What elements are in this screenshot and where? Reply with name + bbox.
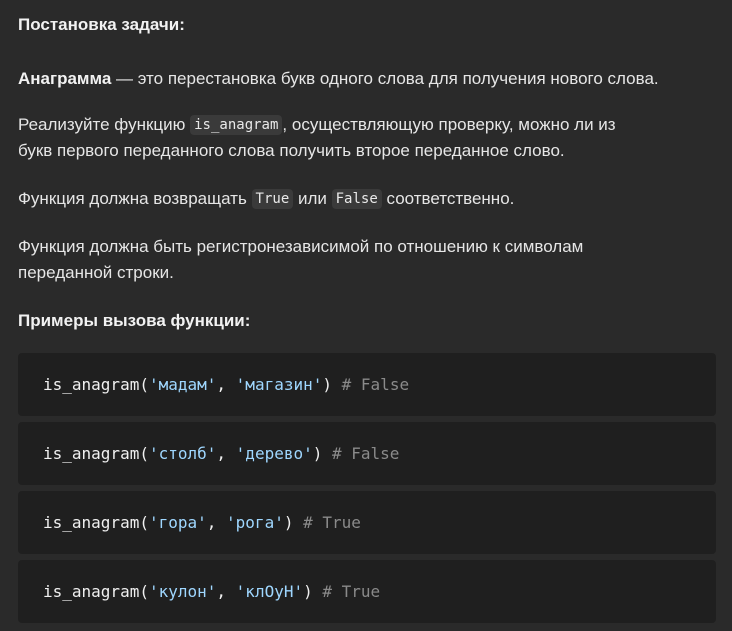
example-close-paren: ): [303, 582, 313, 601]
example-argument-1: 'кулон': [148, 582, 217, 601]
examples-list: is_anagram('мадам', 'магазин') # False i…: [18, 353, 716, 623]
case-insensitive-line1: Функция должна быть регистронезависимой …: [18, 237, 584, 256]
example-result-comment: # False: [322, 444, 400, 463]
example-function-name: is_anagram: [43, 444, 140, 463]
example-argument-1: 'гора': [148, 513, 207, 532]
implementation-line1-before: Реализуйте функцию: [18, 115, 191, 134]
case-insensitive-line2: переданной строки.: [18, 263, 174, 282]
example-open-paren: (: [139, 513, 149, 532]
false-inline-code: False: [331, 189, 382, 209]
example-separator: ,: [206, 513, 227, 532]
example-close-paren: ): [322, 375, 333, 394]
function-name-inline-code: is_anagram: [190, 115, 283, 135]
definition-term: Анаграмма: [18, 69, 112, 88]
example-function-name: is_anagram: [43, 513, 140, 532]
example-close-paren: ): [283, 513, 294, 532]
example-separator: ,: [216, 582, 236, 601]
return-values-after: соответственно.: [381, 189, 515, 208]
task-page: Постановка задачи: Анаграмма — это перес…: [0, 0, 732, 631]
implementation-line2: букв первого переданного слова получить …: [18, 141, 565, 160]
implementation-line1-after: , осуществляющую проверку, можно ли из: [282, 115, 616, 134]
examples-heading: Примеры вызова функции:: [18, 311, 251, 330]
return-values-paragraph: Функция должна возвращать True или False…: [18, 186, 714, 212]
example-separator: ,: [216, 375, 236, 394]
true-inline-code: True: [251, 189, 294, 209]
definition-text: — это перестановка букв одного слова для…: [111, 69, 659, 88]
example-separator: ,: [216, 444, 236, 463]
example-result-comment: # True: [293, 513, 361, 532]
example-close-paren: ): [312, 444, 323, 463]
example-code-block: is_anagram('мадам', 'магазин') # False: [18, 353, 716, 416]
example-function-name: is_anagram: [43, 375, 140, 394]
example-open-paren: (: [139, 582, 149, 601]
example-argument-2: 'рога': [226, 513, 284, 532]
return-values-before: Функция должна возвращать: [18, 189, 252, 208]
example-code-block: is_anagram('гора', 'рога') # True: [18, 491, 716, 554]
task-heading: Постановка задачи:: [18, 15, 185, 34]
example-argument-1: 'столб': [148, 444, 217, 463]
example-code-block: is_anagram('столб', 'дерево') # False: [18, 422, 716, 485]
case-insensitive-paragraph: Функция должна быть регистронезависимой …: [18, 234, 714, 286]
example-code-block: is_anagram('кулон', 'клОуН') # True: [18, 560, 716, 623]
definition-paragraph: Анаграмма — это перестановка букв одного…: [18, 66, 714, 92]
example-argument-2: 'дерево': [235, 444, 313, 463]
example-result-comment: # False: [332, 375, 410, 394]
example-argument-1: 'мадам': [148, 375, 217, 394]
example-argument-2: 'клОуН': [235, 582, 304, 601]
example-result-comment: # True: [312, 582, 381, 601]
return-values-middle: или: [293, 189, 332, 208]
example-argument-2: 'магазин': [235, 375, 323, 394]
example-function-name: is_anagram: [43, 582, 140, 601]
example-open-paren: (: [139, 444, 149, 463]
implementation-paragraph: Реализуйте функцию is_anagram, осуществл…: [18, 112, 714, 164]
example-open-paren: (: [139, 375, 149, 394]
